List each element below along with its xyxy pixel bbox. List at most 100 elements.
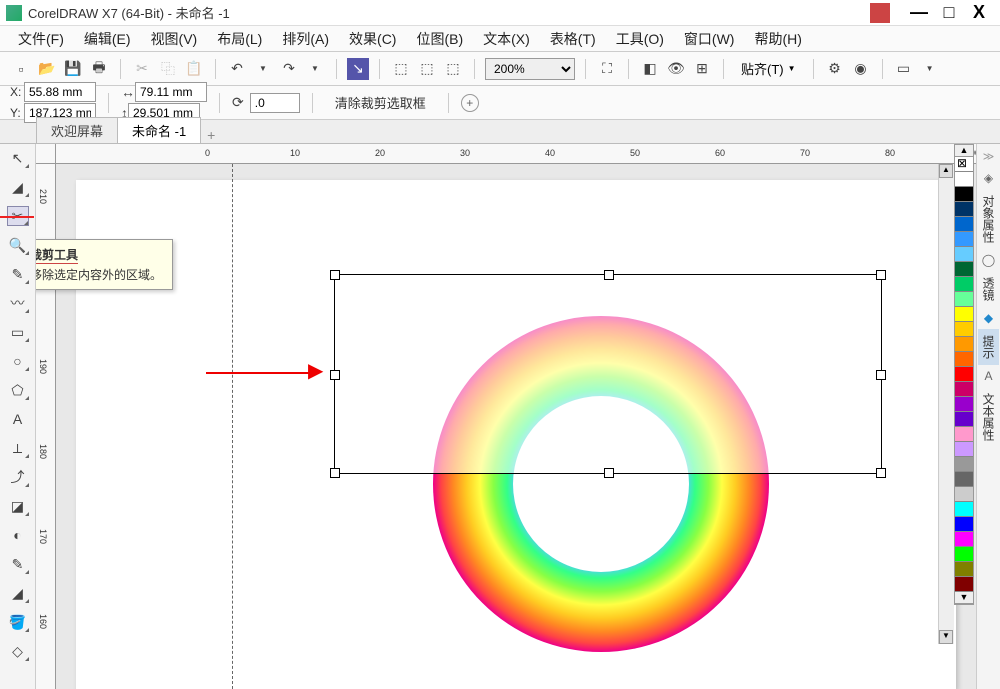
docker-text-icon[interactable]: A [980, 367, 998, 385]
menu-tools[interactable]: 工具(O) [606, 29, 674, 49]
color-swatch[interactable] [955, 352, 973, 367]
undo-icon[interactable]: ↶ [226, 58, 248, 80]
color-swatch[interactable] [955, 202, 973, 217]
zoom-tool-icon[interactable]: 🔍 [7, 235, 29, 255]
color-swatch[interactable] [955, 277, 973, 292]
menu-window[interactable]: 窗口(W) [674, 29, 745, 49]
color-swatch[interactable] [955, 382, 973, 397]
color-swatch[interactable] [955, 337, 973, 352]
color-swatch[interactable] [955, 547, 973, 562]
menu-effects[interactable]: 效果(C) [339, 29, 406, 49]
color-swatch[interactable] [955, 322, 973, 337]
vertical-guide[interactable] [232, 164, 233, 689]
zoom-level-select[interactable]: 200% [485, 58, 575, 80]
crop-handle-se[interactable] [876, 468, 886, 478]
color-swatch[interactable] [955, 232, 973, 247]
menu-help[interactable]: 帮助(H) [744, 29, 811, 49]
crop-handle-nw[interactable] [330, 270, 340, 280]
no-color-swatch[interactable]: ⊠ [955, 157, 973, 172]
vertical-scrollbar[interactable]: ▲ ▼ [938, 164, 954, 644]
crop-handle-ne[interactable] [876, 270, 886, 280]
fullscreen-icon[interactable]: ⛶ [596, 58, 618, 80]
tab-welcome[interactable]: 欢迎屏幕 [36, 117, 118, 143]
menu-bitmap[interactable]: 位图(B) [406, 29, 473, 49]
horizontal-ruler[interactable]: 毫米 0102030405060708090 [56, 144, 976, 164]
polygon-tool-icon[interactable]: ⬠ [7, 380, 29, 400]
menu-file[interactable]: 文件(F) [8, 29, 74, 49]
paste-icon[interactable]: 📋 [183, 58, 205, 80]
color-swatch[interactable] [955, 367, 973, 382]
docker-lens[interactable]: 透镜 [978, 271, 999, 307]
snap-dropdown[interactable]: 贴齐(T) ▼ [734, 58, 803, 80]
cut-icon[interactable]: ✂ [131, 58, 153, 80]
color-swatch[interactable] [955, 442, 973, 457]
grid-icon[interactable]: ⊞ [691, 58, 713, 80]
width-input[interactable] [135, 82, 207, 102]
view-icon[interactable]: 👁 [665, 58, 687, 80]
interactive-fill-icon[interactable]: ◢ [7, 583, 29, 603]
menu-view[interactable]: 视图(V) [141, 29, 208, 49]
color-swatch[interactable] [955, 217, 973, 232]
minimize-button[interactable]: — [904, 2, 934, 23]
menu-table[interactable]: 表格(T) [540, 29, 606, 49]
new-icon[interactable]: ▫ [10, 58, 32, 80]
docker-hints[interactable]: 提示 [978, 329, 999, 365]
transparency-icon[interactable]: ◐ [7, 525, 29, 545]
align-icon[interactable]: ◧ [639, 58, 661, 80]
print-icon[interactable]: 🖶 [88, 58, 110, 80]
redo-dropdown-icon[interactable]: ▼ [304, 58, 326, 80]
crop-handle-e[interactable] [876, 370, 886, 380]
search-icon[interactable]: ↘ [347, 58, 369, 80]
launch-dropdown-icon[interactable]: ▼ [919, 58, 941, 80]
close-button[interactable]: X [964, 2, 994, 23]
color-swatch[interactable] [955, 172, 973, 187]
redo-icon[interactable]: ↷ [278, 58, 300, 80]
ellipse-tool-icon[interactable]: ○ [7, 351, 29, 371]
add-preset-button[interactable]: + [461, 94, 479, 112]
freehand-tool-icon[interactable]: ✎ [7, 264, 29, 284]
maximize-button[interactable]: □ [934, 2, 964, 23]
rectangle-tool-icon[interactable]: ▭ [7, 322, 29, 342]
docker-icon-1[interactable]: ◈ [980, 169, 998, 187]
x-position-input[interactable] [24, 82, 96, 102]
color-swatch[interactable] [955, 247, 973, 262]
docker-hints-icon[interactable]: ◆ [980, 309, 998, 327]
docker-lens-icon[interactable]: ◯ [980, 251, 998, 269]
rotation-input[interactable] [250, 93, 300, 113]
artistic-media-icon[interactable]: 〰 [7, 293, 29, 313]
canvas-area[interactable]: 毫米 0102030405060708090 21020019018017016… [36, 144, 976, 689]
options-icon[interactable]: ⚙ [824, 58, 846, 80]
clear-crop-button[interactable]: 清除裁剪选取框 [325, 92, 436, 114]
crop-handle-w[interactable] [330, 370, 340, 380]
color-swatch[interactable] [955, 532, 973, 547]
save-icon[interactable]: 💾 [62, 58, 84, 80]
undo-dropdown-icon[interactable]: ▼ [252, 58, 274, 80]
docker-text-properties[interactable]: 文本属性 [978, 387, 999, 447]
color-swatch[interactable] [955, 292, 973, 307]
import-icon[interactable]: ⬚ [390, 58, 412, 80]
docker-object-properties[interactable]: 对象属性 [978, 189, 999, 249]
text-tool-icon[interactable]: A [7, 409, 29, 429]
export-icon[interactable]: ⬚ [416, 58, 438, 80]
eyedropper-icon[interactable]: ✎ [7, 554, 29, 574]
copy-icon[interactable]: ⿻ [157, 58, 179, 80]
color-swatch[interactable] [955, 412, 973, 427]
crop-handle-sw[interactable] [330, 468, 340, 478]
scroll-down-button[interactable]: ▼ [939, 630, 953, 644]
launch-icon[interactable]: ▭ [893, 58, 915, 80]
crop-handle-s[interactable] [604, 468, 614, 478]
menu-layout[interactable]: 布局(L) [207, 29, 272, 49]
user-icon[interactable] [870, 3, 890, 23]
pick-tool-icon[interactable]: ↖ [7, 148, 29, 168]
color-swatch[interactable] [955, 562, 973, 577]
color-swatch[interactable] [955, 577, 973, 592]
publish-icon[interactable]: ⬚ [442, 58, 464, 80]
color-swatch[interactable] [955, 517, 973, 532]
color-swatch[interactable] [955, 487, 973, 502]
outline-tool-icon[interactable]: ◇ [7, 641, 29, 661]
docker-close-icon[interactable]: ≫ [983, 150, 995, 163]
menu-arrange[interactable]: 排列(A) [272, 29, 339, 49]
color-swatch[interactable] [955, 502, 973, 517]
menu-edit[interactable]: 编辑(E) [74, 29, 141, 49]
smart-fill-icon[interactable]: 🪣 [7, 612, 29, 632]
